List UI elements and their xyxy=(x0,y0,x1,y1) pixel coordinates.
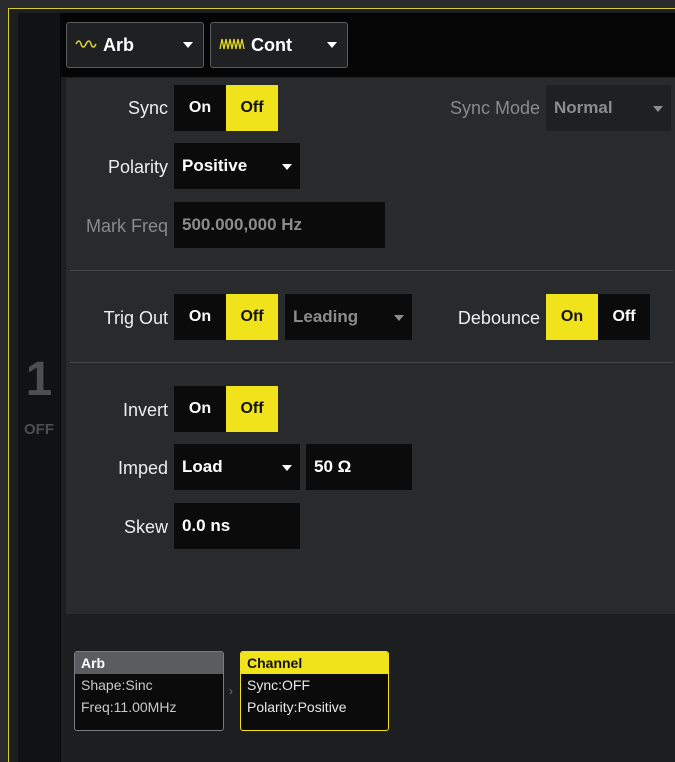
imped-ohms-field[interactable]: 50 Ω xyxy=(306,444,412,490)
skew-label: Skew xyxy=(123,517,168,537)
chevron-down-icon xyxy=(394,315,404,321)
sync-mode-dropdown[interactable]: Normal xyxy=(546,85,671,131)
imped-value: Load xyxy=(182,457,223,476)
invert-on-button[interactable]: On xyxy=(174,386,226,432)
arb-summary-card[interactable]: Arb Shape:Sinc Freq:11.00MHz xyxy=(74,651,224,731)
channel-number: 1 xyxy=(25,353,53,406)
sync-toggle[interactable]: On Off xyxy=(174,85,278,131)
invert-toggle[interactable]: On Off xyxy=(174,386,278,432)
waveform-dropdown[interactable]: Arb xyxy=(66,22,204,68)
sync-mode-value: Normal xyxy=(554,98,613,117)
skew-field[interactable]: 0.0 ns xyxy=(174,503,300,549)
arb-card-freq: Freq:11.00MHz xyxy=(81,699,177,715)
polarity-label: Polarity xyxy=(107,157,168,177)
waveform-label: Arb xyxy=(103,34,134,55)
trig-out-on-button[interactable]: On xyxy=(174,294,226,340)
section-divider xyxy=(70,362,673,363)
mode-label: Cont xyxy=(251,34,292,55)
trig-edge-dropdown[interactable]: Leading xyxy=(285,294,412,340)
chevron-down-icon xyxy=(282,465,292,471)
sync-on-button[interactable]: On xyxy=(174,85,226,131)
channel-card-polarity: Polarity:Positive xyxy=(247,699,347,715)
mark-freq-field[interactable]: 500.000,000 Hz xyxy=(174,202,385,248)
sine-wave-icon xyxy=(75,37,97,54)
polarity-value: Positive xyxy=(182,156,248,175)
sync-label: Sync xyxy=(127,98,168,118)
chevron-down-icon xyxy=(282,164,292,170)
sync-off-button[interactable]: Off xyxy=(226,85,278,131)
channel-card-title: Channel xyxy=(241,652,388,674)
invert-off-button[interactable]: Off xyxy=(226,386,278,432)
arb-card-shape: Shape:Sinc xyxy=(81,677,153,693)
trig-out-label: Trig Out xyxy=(103,308,168,328)
chevron-down-icon xyxy=(327,42,337,48)
trig-out-toggle[interactable]: On Off xyxy=(174,294,278,340)
mode-dropdown[interactable]: Cont xyxy=(210,22,348,68)
section-divider xyxy=(70,270,673,271)
imped-label: Imped xyxy=(117,458,168,478)
polarity-dropdown[interactable]: Positive xyxy=(174,143,300,189)
arb-card-title: Arb xyxy=(75,652,223,674)
chevron-down-icon xyxy=(183,42,193,48)
pulse-train-icon xyxy=(219,37,245,54)
channel-card-sync: Sync:OFF xyxy=(247,677,311,693)
debounce-on-button[interactable]: On xyxy=(546,294,598,340)
chevron-right-icon: › xyxy=(229,684,233,698)
chevron-down-icon xyxy=(653,106,663,112)
debounce-off-button[interactable]: Off xyxy=(598,294,650,340)
channel-summary-card[interactable]: Channel Sync:OFF Polarity:Positive xyxy=(240,651,389,731)
imped-dropdown[interactable]: Load xyxy=(174,444,300,490)
channel-state: OFF xyxy=(24,421,54,438)
debounce-label: Debounce xyxy=(457,308,540,328)
invert-label: Invert xyxy=(122,400,168,420)
mark-freq-label: Mark Freq xyxy=(85,216,168,236)
sync-mode-label: Sync Mode xyxy=(449,98,540,118)
debounce-toggle[interactable]: On Off xyxy=(546,294,650,340)
trig-out-off-button[interactable]: Off xyxy=(226,294,278,340)
trig-edge-value: Leading xyxy=(293,307,359,326)
